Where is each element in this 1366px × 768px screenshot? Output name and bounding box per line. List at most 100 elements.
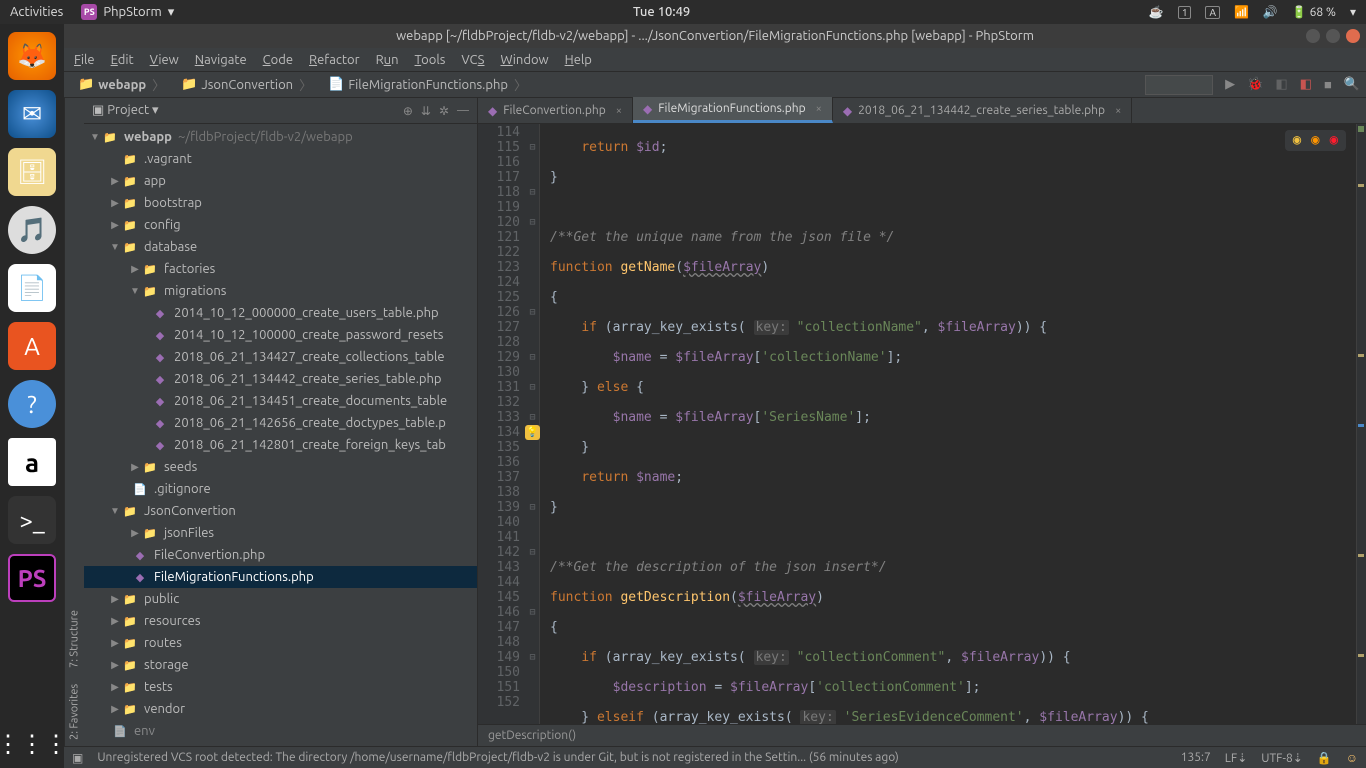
opera-icon[interactable] bbox=[1330, 133, 1338, 148]
tree-root[interactable]: ▼📁webapp~/fldbProject/fldb-v2/webapp bbox=[84, 126, 477, 148]
help-icon[interactable]: ? bbox=[8, 380, 56, 428]
menu-edit[interactable]: Edit bbox=[111, 53, 134, 67]
coverage-icon[interactable]: ◧ bbox=[1275, 77, 1287, 92]
tree-file[interactable]: ◆FileConvertion.php bbox=[84, 544, 477, 566]
tree-file[interactable]: ◆2018_06_21_142801_create_foreign_keys_t… bbox=[84, 434, 477, 456]
collapse-all-icon[interactable]: ⇊ bbox=[421, 104, 431, 118]
code-editor[interactable]: 1141151161171181191201211221231241251261… bbox=[478, 124, 1366, 724]
indicator-a-icon[interactable]: A bbox=[1205, 6, 1220, 19]
rhythmbox-icon[interactable]: 🎵 bbox=[8, 206, 56, 254]
menu-view[interactable]: View bbox=[150, 53, 179, 67]
project-view-button[interactable]: ▣ Project ▾ bbox=[92, 103, 159, 118]
readonly-lock-icon[interactable]: 🔒 bbox=[1317, 751, 1332, 765]
crumb-file[interactable]: 📄 FileMigrationFunctions.php bbox=[320, 74, 535, 96]
firefox-icon[interactable]: 🦊 bbox=[8, 32, 56, 80]
titlebar[interactable]: webapp [~/fldbProject/fldb-v2/webapp] - … bbox=[64, 24, 1366, 48]
tree-folder[interactable]: ▶📁routes bbox=[84, 632, 477, 654]
browser-preview-icons[interactable] bbox=[1285, 130, 1346, 151]
chrome-icon[interactable] bbox=[1293, 133, 1301, 148]
wifi-icon[interactable]: 📶 bbox=[1234, 5, 1249, 19]
tree-folder[interactable]: ▼📁migrations bbox=[84, 280, 477, 302]
settings-icon[interactable]: ✲ bbox=[439, 104, 449, 118]
menu-file[interactable]: File bbox=[74, 53, 95, 67]
crumb-folder[interactable]: 📁 JsonConvertion bbox=[173, 74, 320, 96]
tree-folder[interactable]: ▶📁seeds bbox=[84, 456, 477, 478]
tree-file[interactable]: ◆2014_10_12_100000_create_password_reset… bbox=[84, 324, 477, 346]
show-apps-icon[interactable]: ⋮⋮⋮ bbox=[8, 720, 56, 768]
tree-folder[interactable]: ▶📁factories bbox=[84, 258, 477, 280]
tool-window-quick-icon[interactable]: ▣ bbox=[72, 751, 83, 765]
tree-folder[interactable]: 📁.vagrant bbox=[84, 148, 477, 170]
menu-window[interactable]: Window bbox=[500, 53, 548, 67]
phpstorm-dock-icon[interactable]: PS bbox=[8, 554, 56, 602]
maximize-button[interactable] bbox=[1326, 29, 1340, 43]
menu-navigate[interactable]: Navigate bbox=[195, 53, 247, 67]
files-icon[interactable]: 🗄 bbox=[8, 148, 56, 196]
run-config-dropdown[interactable] bbox=[1145, 75, 1213, 95]
tree-file[interactable]: ◆2018_06_21_142656_create_doctypes_table… bbox=[84, 412, 477, 434]
stop-button-icon[interactable]: ◧ bbox=[1300, 77, 1312, 92]
code-content[interactable]: return $id; } /**Get the unique name fro… bbox=[540, 124, 1356, 724]
close-tab-icon[interactable]: × bbox=[816, 103, 822, 115]
tree-folder[interactable]: ▶📁app bbox=[84, 170, 477, 192]
thunderbird-icon[interactable]: ✉ bbox=[8, 90, 56, 138]
close-button[interactable] bbox=[1346, 29, 1360, 43]
cursor-position[interactable]: 135:7 bbox=[1181, 751, 1211, 764]
code-breadcrumb[interactable]: getDescription() bbox=[478, 724, 1366, 746]
close-tab-icon[interactable]: × bbox=[1115, 105, 1121, 117]
tree-folder[interactable]: ▶📁config bbox=[84, 214, 477, 236]
editor-tab[interactable]: ◆FileConvertion.php× bbox=[478, 98, 633, 123]
crumb-project[interactable]: 📁 webapp bbox=[70, 74, 173, 96]
menu-run[interactable]: Run bbox=[376, 53, 399, 67]
menu-help[interactable]: Help bbox=[565, 53, 592, 67]
status-message[interactable]: Unregistered VCS root detected: The dire… bbox=[97, 751, 1166, 764]
tree-folder[interactable]: ▼📁database bbox=[84, 236, 477, 258]
tree-folder[interactable]: ▼📁JsonConvertion bbox=[84, 500, 477, 522]
system-menu-icon[interactable]: ▾ bbox=[1350, 5, 1356, 19]
inspection-profile-icon[interactable]: ☺ bbox=[1346, 751, 1358, 765]
terminal-icon[interactable]: >_ bbox=[8, 496, 56, 544]
error-stripe[interactable] bbox=[1356, 124, 1366, 724]
menu-tools[interactable]: Tools bbox=[415, 53, 446, 67]
tree-folder[interactable]: ▶📁resources bbox=[84, 610, 477, 632]
fold-column[interactable]: ⊟⊟⊟⊟⊟⊟⊟⊟⊟⊟⊟💡 bbox=[526, 124, 540, 724]
libreoffice-icon[interactable]: 📄 bbox=[8, 264, 56, 312]
encoding[interactable]: UTF-8⇣ bbox=[1261, 751, 1303, 765]
editor-tab-active[interactable]: ◆FileMigrationFunctions.php× bbox=[633, 97, 833, 123]
project-tree[interactable]: ▼📁webapp~/fldbProject/fldb-v2/webapp 📁.v… bbox=[84, 124, 477, 746]
battery-icon[interactable]: 🔋 68 % bbox=[1292, 5, 1336, 19]
tool-window-stripe[interactable]: 2: Favorites 7: Structure bbox=[64, 98, 84, 746]
run-button-icon[interactable]: ▶ bbox=[1225, 77, 1235, 92]
close-tab-icon[interactable]: × bbox=[616, 105, 622, 117]
tree-folder[interactable]: ▶📁public bbox=[84, 588, 477, 610]
editor-tab[interactable]: ◆2018_06_21_134442_create_series_table.p… bbox=[833, 98, 1132, 123]
debug-button-icon[interactable]: 🐞 bbox=[1247, 77, 1263, 92]
tree-file[interactable]: ◆2018_06_21_134427_create_collections_ta… bbox=[84, 346, 477, 368]
intention-bulb-icon[interactable]: 💡 bbox=[525, 425, 540, 440]
stop2-button-icon[interactable]: ■ bbox=[1324, 77, 1332, 92]
firefox-icon[interactable] bbox=[1311, 133, 1319, 148]
software-icon[interactable]: A bbox=[8, 322, 56, 370]
tree-folder[interactable]: ▶📁storage bbox=[84, 654, 477, 676]
coffee-icon[interactable]: ☕ bbox=[1149, 5, 1164, 19]
menu-code[interactable]: Code bbox=[263, 53, 293, 67]
menu-vcs[interactable]: VCS bbox=[461, 53, 484, 67]
tree-file[interactable]: 📄.gitignore bbox=[84, 478, 477, 500]
scroll-from-source-icon[interactable]: ⊕ bbox=[403, 104, 413, 118]
amazon-icon[interactable]: a bbox=[8, 438, 56, 486]
clock[interactable]: Tue 10:49 bbox=[174, 5, 1149, 19]
minimize-button[interactable] bbox=[1306, 29, 1320, 43]
tree-folder[interactable]: ▶📁vendor bbox=[84, 698, 477, 720]
tree-folder[interactable]: ▶📁bootstrap bbox=[84, 192, 477, 214]
tree-file[interactable]: ◆2018_06_21_134451_create_documents_tabl… bbox=[84, 390, 477, 412]
line-ending[interactable]: LF⇣ bbox=[1225, 751, 1247, 765]
hide-panel-icon[interactable]: — bbox=[457, 104, 469, 117]
tree-folder[interactable]: ▶📁jsonFiles bbox=[84, 522, 477, 544]
tree-file-selected[interactable]: ◆FileMigrationFunctions.php bbox=[84, 566, 477, 588]
indicator-1-icon[interactable]: 1 bbox=[1178, 6, 1192, 19]
tree-file[interactable]: 📄env bbox=[84, 720, 477, 742]
tree-file[interactable]: ◆2018_06_21_134442_create_series_table.p… bbox=[84, 368, 477, 390]
search-everywhere-icon[interactable]: 🔍 bbox=[1344, 77, 1360, 92]
activities-button[interactable]: Activities bbox=[10, 5, 63, 19]
tree-folder[interactable]: ▶📁tests bbox=[84, 676, 477, 698]
